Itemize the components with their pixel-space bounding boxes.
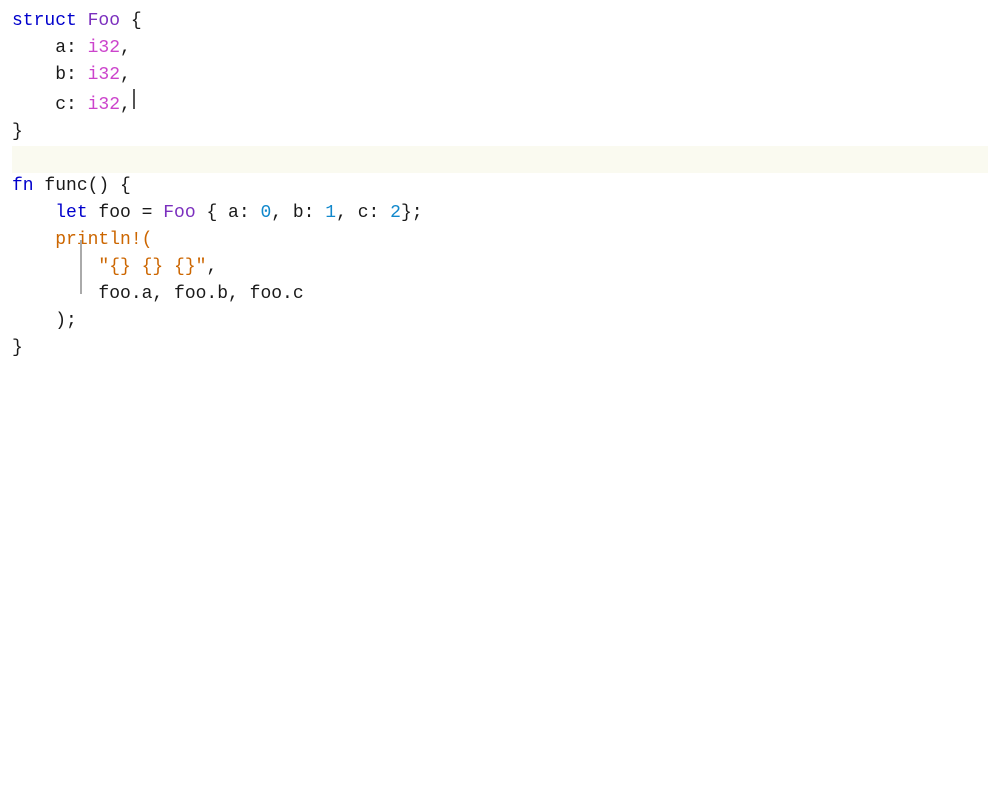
code-editor[interactable]: struct Foo { a: i32, b: i32, c: i32, } f… <box>0 0 1000 800</box>
type-foo-instance: Foo <box>163 200 195 227</box>
line-println-open: println!( <box>12 227 988 254</box>
text-cursor <box>133 89 135 109</box>
line-fn-close: } <box>12 335 988 362</box>
line-args: foo.a, foo.b, foo.c <box>12 281 988 308</box>
line-blank <box>12 146 988 173</box>
type-i32-b: i32 <box>88 62 120 89</box>
line-fn: fn func() { <box>12 173 988 200</box>
line-field-a: a: i32, <box>12 35 988 62</box>
keyword-let: let <box>55 200 87 227</box>
line-field-c: c: i32, <box>12 89 988 119</box>
line-struct-close: } <box>12 119 988 146</box>
line-format-string: "{} {} {}", <box>12 254 988 281</box>
println-bar <box>80 240 84 294</box>
macro-println: println!( <box>55 227 152 254</box>
number-1: 1 <box>325 200 336 227</box>
line-println-close: ); <box>12 308 988 335</box>
number-0: 0 <box>260 200 271 227</box>
format-string: "{} {} {}" <box>98 254 206 281</box>
number-2: 2 <box>390 200 401 227</box>
keyword-struct: struct <box>12 8 77 35</box>
keyword-fn: fn <box>12 173 34 200</box>
type-foo: Foo <box>88 8 120 35</box>
line-struct: struct Foo { <box>12 8 988 35</box>
code-block: struct Foo { a: i32, b: i32, c: i32, } f… <box>0 8 1000 362</box>
type-i32-a: i32 <box>88 35 120 62</box>
type-i32-c: i32 <box>88 92 120 119</box>
line-let: let foo = Foo { a: 0, b: 1, c: 2}; <box>12 200 988 227</box>
line-field-b: b: i32, <box>12 62 988 89</box>
